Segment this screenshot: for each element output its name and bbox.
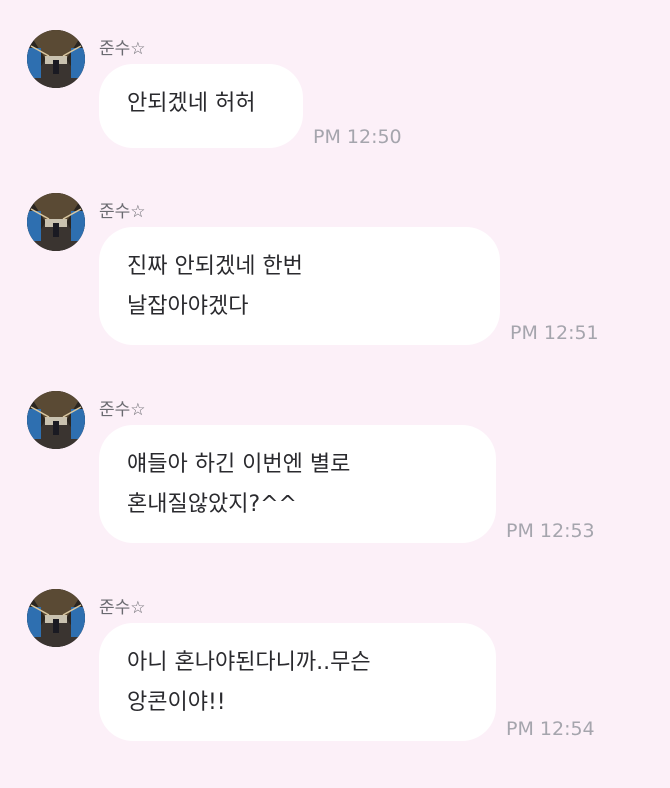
sender-name: 준수☆ [99, 39, 146, 59]
sender-name: 준수☆ [99, 400, 146, 420]
message-time: PM 12:53 [506, 520, 595, 542]
avatar[interactable] [27, 30, 85, 88]
avatar[interactable] [27, 391, 85, 449]
profile-photo-icon [27, 391, 85, 449]
message-time: PM 12:51 [510, 322, 599, 344]
message-bubble[interactable]: 아니 혼나야된다니까..무슨 앙콘이야!! [99, 623, 496, 741]
profile-photo-icon [27, 30, 85, 88]
avatar[interactable] [27, 589, 85, 647]
profile-photo-icon [27, 193, 85, 251]
message-time: PM 12:54 [506, 718, 595, 740]
message-time: PM 12:50 [313, 126, 402, 148]
sender-name: 준수☆ [99, 598, 146, 618]
avatar[interactable] [27, 193, 85, 251]
message-bubble[interactable]: 안되겠네 허허 [99, 64, 303, 148]
message-bubble[interactable]: 진짜 안되겠네 한번 날잡아야겠다 [99, 227, 500, 345]
profile-photo-icon [27, 589, 85, 647]
message-bubble[interactable]: 얘들아 하긴 이번엔 별로 혼내질않았지?^^ [99, 425, 496, 543]
sender-name: 준수☆ [99, 202, 146, 222]
